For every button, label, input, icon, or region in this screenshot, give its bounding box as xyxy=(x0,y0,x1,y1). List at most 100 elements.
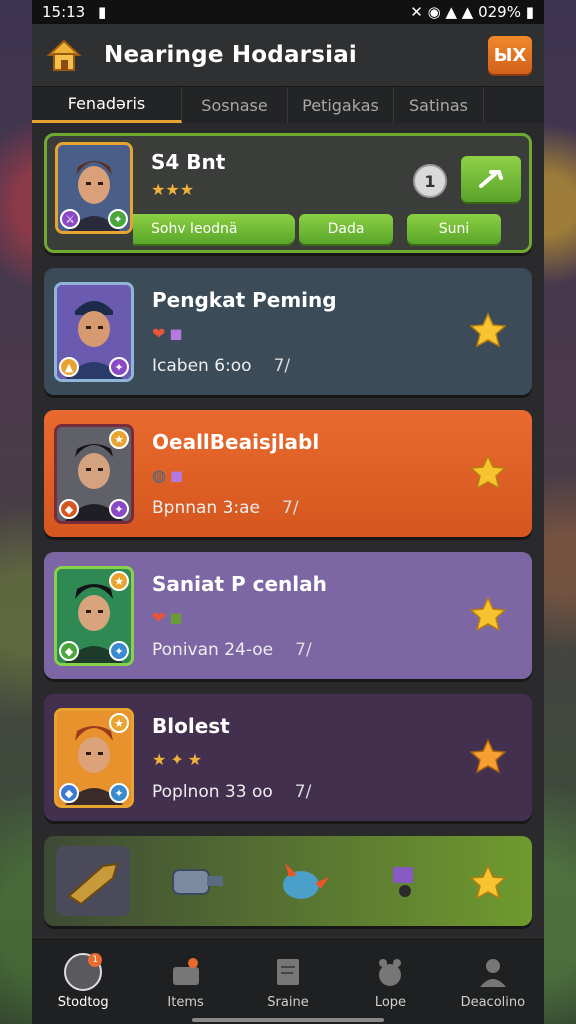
nav-label: Sraine xyxy=(267,994,309,1010)
tab-bar: Fenadəris Sosnase Petigakas Satinas xyxy=(32,86,544,123)
avatar: ⚔ ✦ xyxy=(55,142,133,234)
map-icon xyxy=(269,953,307,991)
stars-rating: ★★★ xyxy=(151,180,195,199)
star-icon: ★ xyxy=(187,750,203,769)
class-icon: ✦ xyxy=(109,783,129,803)
cannon-icon[interactable] xyxy=(160,846,234,916)
favorite-star-icon[interactable] xyxy=(470,738,506,774)
nav-stodtog[interactable]: 1 Stodtog xyxy=(32,938,134,1024)
level-icon: ★ xyxy=(109,429,129,449)
nav-sraine[interactable]: Sraine xyxy=(237,938,339,1024)
class-icon: ✦ xyxy=(109,641,129,661)
page-title: Nearinge Hodarsiai xyxy=(104,42,357,68)
card-name: S4 Bnt xyxy=(151,150,226,174)
trait-icons: ❤ ◼ xyxy=(152,608,183,627)
signal-icons: ✕ ◉ ▲ ▲ xyxy=(410,3,479,21)
class-icon: ✦ xyxy=(109,357,129,377)
arrow-glyph: 7/ xyxy=(282,498,299,518)
battery-icon: ▮ xyxy=(525,3,534,21)
heart-icon: ❤ xyxy=(152,608,166,627)
card-subtitle: Bpnnan 3:ae xyxy=(152,498,261,518)
shield-icon: ◍ xyxy=(152,466,166,485)
close-button[interactable]: ЫХ xyxy=(488,36,532,74)
rank-icon: ◆ xyxy=(59,783,79,803)
header: Nearinge Hodarsiai ЫХ xyxy=(32,24,544,86)
home-icon[interactable] xyxy=(44,35,84,75)
rank-icon: ◆ xyxy=(59,499,79,519)
home-indicator xyxy=(192,1018,384,1022)
profile-avatar-icon: 1 xyxy=(64,952,103,991)
clock: 15:13 xyxy=(42,3,86,21)
card-name: Pengkat Peming xyxy=(152,288,337,312)
battery-percent: 029% xyxy=(478,3,521,21)
app-window: Nearinge Hodarsiai ЫХ Fenadəris Sosnase … xyxy=(32,24,544,1024)
character-card[interactable]: ▲ ✦ Pengkat Peming ❤ ◼ Icaben 6:oo 7/ xyxy=(44,268,532,395)
trait-icons: ★ ✦ ★ xyxy=(152,750,202,769)
avatar: ★ ◆ ✦ xyxy=(54,424,134,524)
avatar: ★ ◆ ✦ xyxy=(54,566,134,666)
gem-icon: ◼ xyxy=(169,324,183,343)
tab-satinas[interactable]: Satinas xyxy=(394,87,484,123)
avatar: ★ ◆ ✦ xyxy=(54,708,134,808)
rank-icon: ▲ xyxy=(59,357,79,377)
rank-icon: ◆ xyxy=(59,641,79,661)
card-subtitle: Ponivan 24-oe xyxy=(152,640,274,660)
rocket-icon[interactable] xyxy=(56,846,130,916)
favorite-star-icon[interactable] xyxy=(470,864,506,900)
pet-icon xyxy=(371,953,409,991)
class-icon: ✦ xyxy=(108,209,128,229)
nav-label: Items xyxy=(167,994,204,1010)
level-icon: ★ xyxy=(109,713,129,733)
tab-fenadaris[interactable]: Fenadəris xyxy=(32,87,182,123)
avatar: ▲ ✦ xyxy=(54,282,134,382)
card-name: OeallBeaisjlabl xyxy=(152,430,320,454)
bottom-nav: 1 Stodtog Items Sraine Lope Deacolino xyxy=(32,937,544,1024)
favorite-star-icon[interactable] xyxy=(470,312,506,348)
gem-icon: ◼ xyxy=(169,608,183,627)
nav-label: Deacolino xyxy=(460,994,526,1010)
nav-deacolino[interactable]: Deacolino xyxy=(442,938,544,1024)
featured-card[interactable]: ⚔ ✦ S4 Bnt ★★★ Sohv leodnä 1 Dada Suni xyxy=(44,133,532,253)
user-icon xyxy=(474,953,512,991)
character-card[interactable]: ★ ◆ ✦ OeallBeaisjlabl ◍ ◼ Bpnnan 3:ae 7/ xyxy=(44,410,532,537)
gem-icon: ◼ xyxy=(169,466,184,485)
status-bar: 15:13 ▮ ✕ ◉ ▲ ▲ 029% ▮ xyxy=(32,0,544,24)
star-icon: ★ xyxy=(152,750,167,769)
arrow-glyph: 7/ xyxy=(294,782,312,802)
character-card[interactable]: ★ ◆ ✦ Blolest ★ ✦ ★ Poplnon 33 oo 7/ xyxy=(44,694,532,821)
nav-label: Lope xyxy=(374,994,407,1010)
count-badge: 1 xyxy=(413,164,447,198)
nav-lope[interactable]: Lope xyxy=(339,938,441,1024)
primary-action-pill[interactable]: Sohv leodnä xyxy=(133,214,295,244)
bird-creature-icon[interactable] xyxy=(264,846,338,916)
card-subtitle: Icaben 6:oo xyxy=(152,356,252,376)
character-list: ⚔ ✦ S4 Bnt ★★★ Sohv leodnä 1 Dada Suni ▲… xyxy=(32,123,544,926)
spark-icon: ✦ xyxy=(170,750,184,769)
tab-sosnase[interactable]: Sosnase xyxy=(182,87,288,123)
wrench-icon xyxy=(479,170,503,188)
class-icon: ✦ xyxy=(109,499,129,519)
equip-button[interactable] xyxy=(461,156,521,202)
weapon-icon: ⚔ xyxy=(60,209,80,229)
chest-icon xyxy=(167,953,205,991)
favorite-star-icon[interactable] xyxy=(470,454,506,490)
nav-items[interactable]: Items xyxy=(134,938,236,1024)
equipment-card[interactable] xyxy=(44,836,532,926)
trait-icons: ◍ ◼ xyxy=(152,466,183,485)
pill-dada[interactable]: Dada xyxy=(299,214,393,244)
pill-suni[interactable]: Suni xyxy=(407,214,501,244)
card-name: Blolest xyxy=(152,714,230,738)
character-card[interactable]: ★ ◆ ✦ Saniat P cenlah ❤ ◼ Ponivan 24-oe 7… xyxy=(44,552,532,679)
heart-icon: ❤ xyxy=(152,324,166,343)
trait-icons: ❤ ◼ xyxy=(152,324,183,343)
arrow-glyph: 7/ xyxy=(273,356,291,376)
card-name: Saniat P cenlah xyxy=(152,572,327,596)
level-icon: ★ xyxy=(109,571,129,591)
tab-petigakas[interactable]: Petigakas xyxy=(288,87,394,123)
nav-label: Stodtog xyxy=(57,994,109,1010)
card-subtitle: Poplnon 33 oo xyxy=(152,782,273,802)
notification-icon: ▮ xyxy=(98,3,107,21)
potion-icon[interactable] xyxy=(368,846,442,916)
notification-badge: 1 xyxy=(88,952,103,967)
favorite-star-icon[interactable] xyxy=(470,596,506,632)
